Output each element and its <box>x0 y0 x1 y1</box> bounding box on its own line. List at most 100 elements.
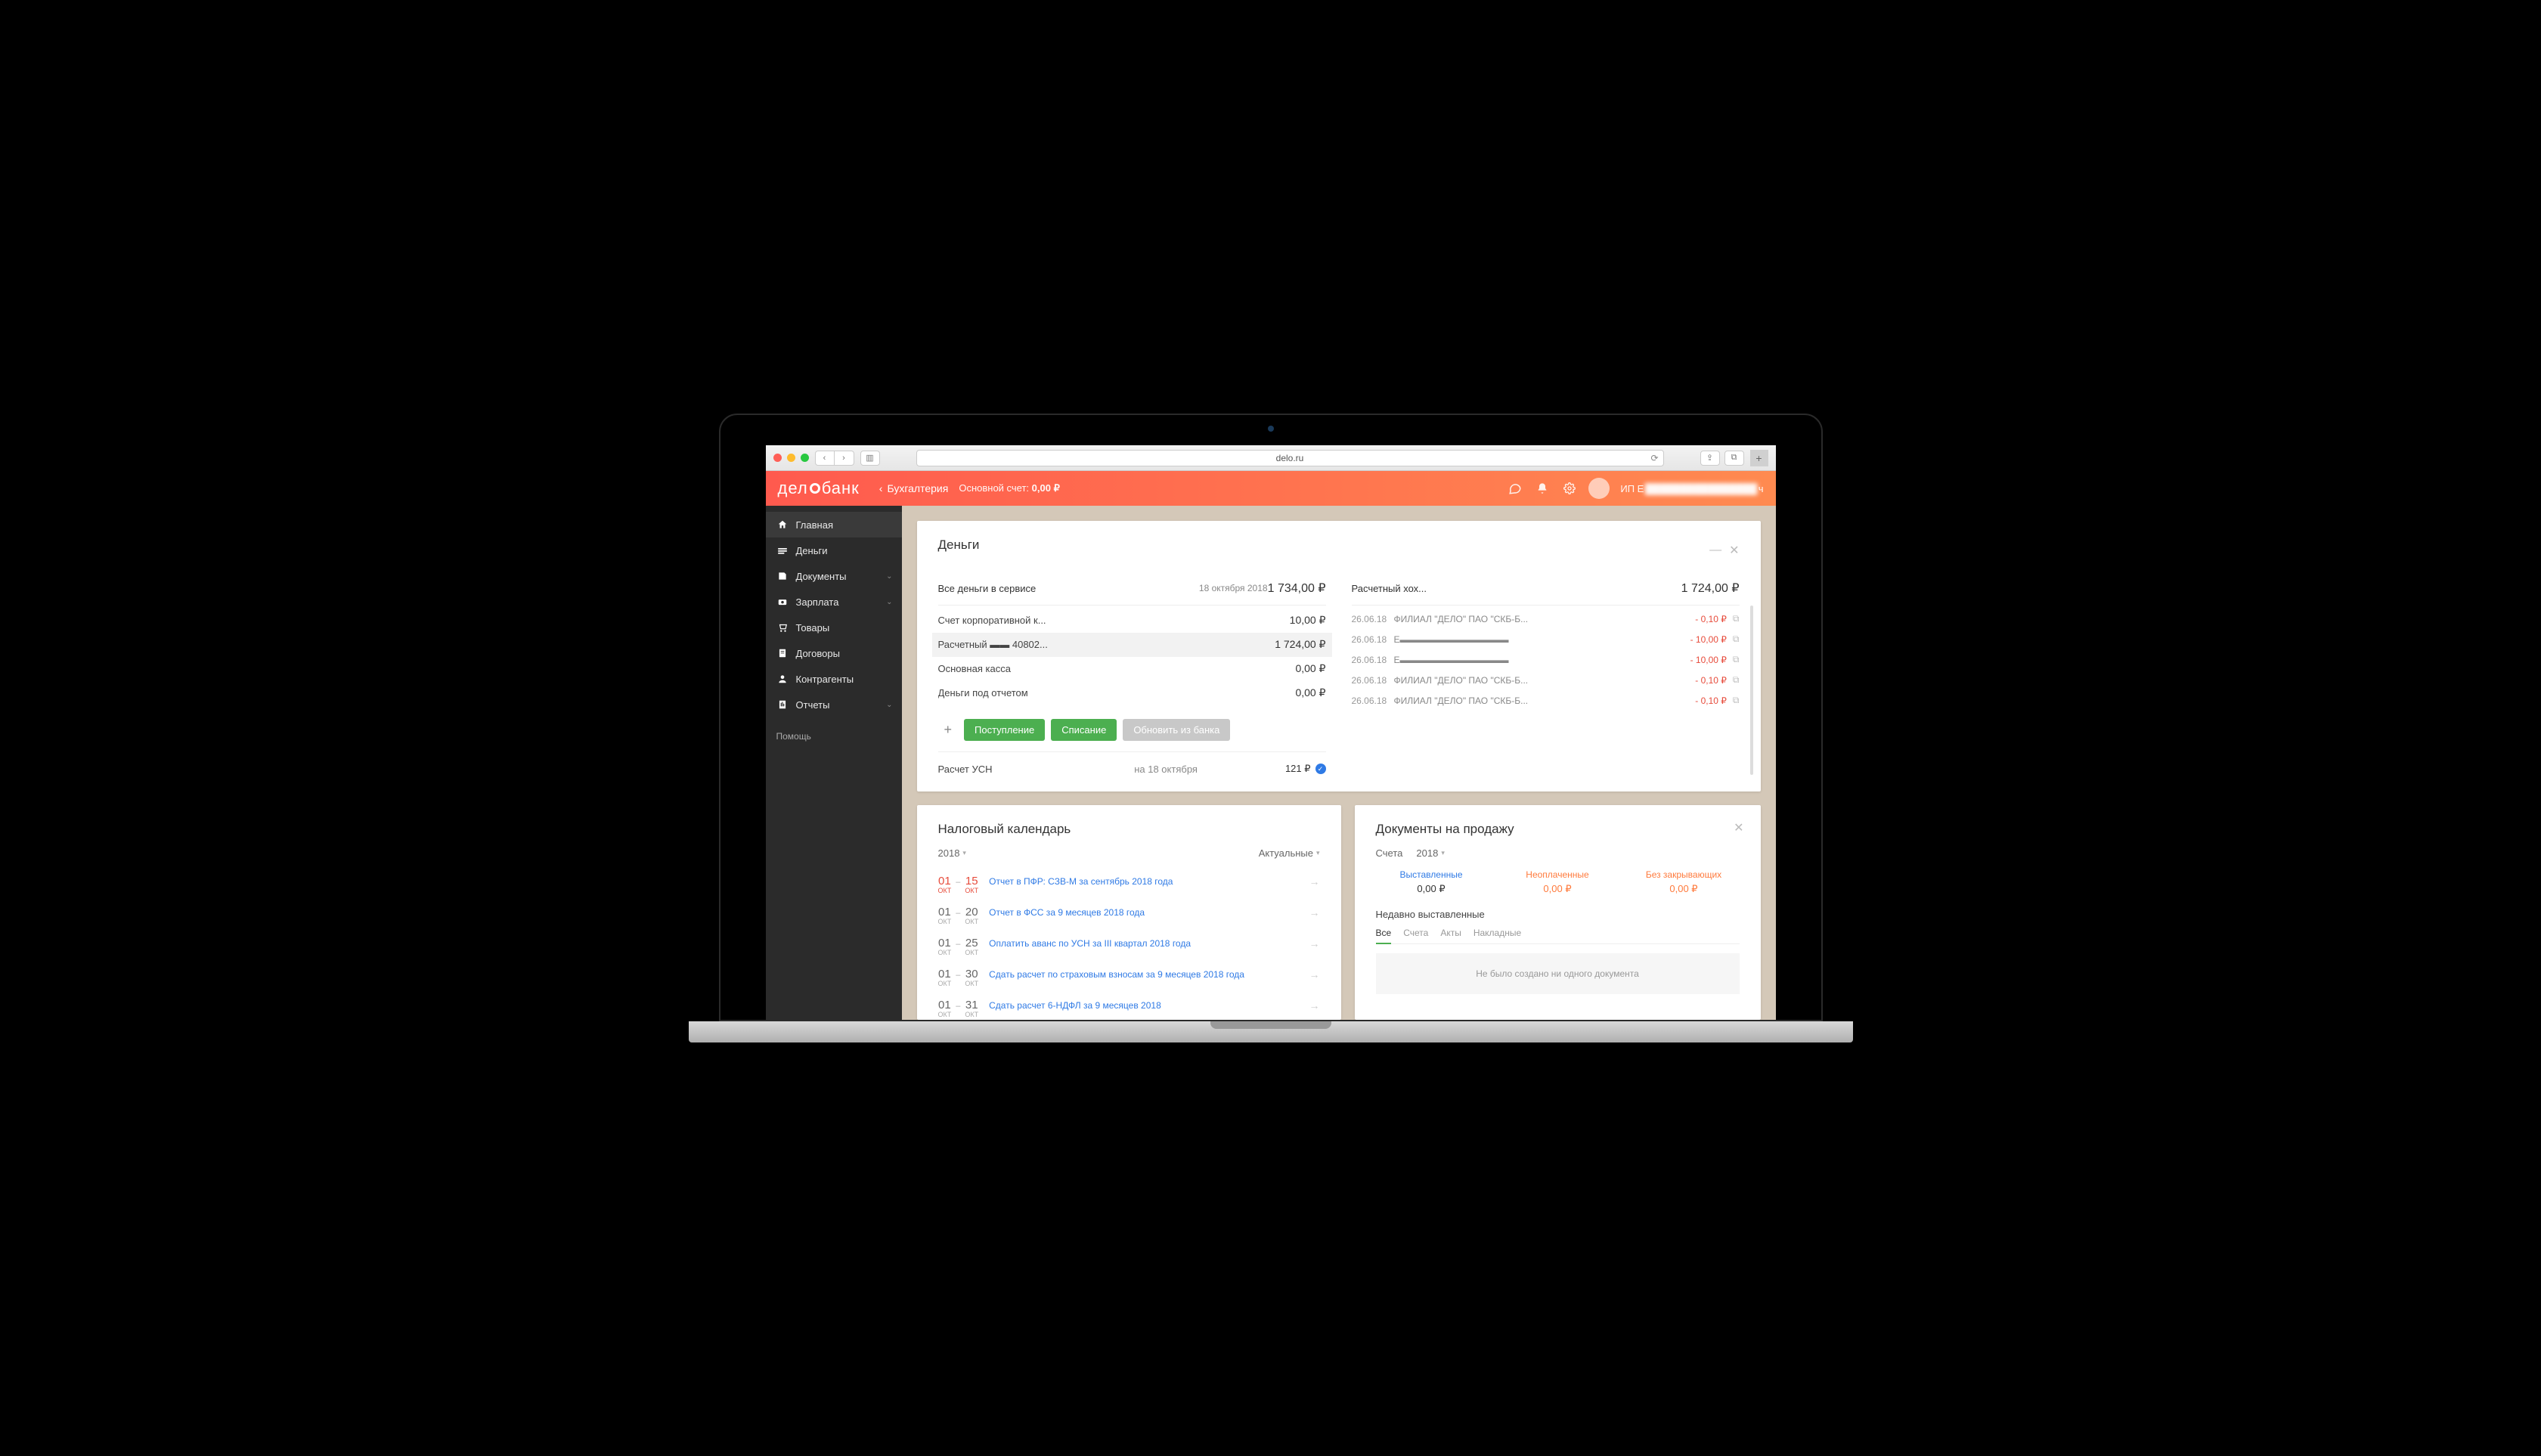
expense-button[interactable]: Списание <box>1051 719 1117 741</box>
forward-button[interactable]: › <box>835 451 854 466</box>
chevron-left-icon: ‹ <box>879 482 883 494</box>
stat-value: 0,00 ₽ <box>1376 883 1487 895</box>
user-name[interactable]: ИП Е████████████████ч <box>1620 483 1763 494</box>
tab-счета[interactable]: Счета <box>1403 928 1428 943</box>
doc-year-filter[interactable]: 2018 ▾ <box>1416 847 1444 859</box>
calendar-item[interactable]: 01ОКТ–30ОКТСдать расчет по страховым взн… <box>938 962 1320 993</box>
transaction-row[interactable]: 26.06.18Е▬▬▬▬▬▬▬▬▬▬▬▬- 10,00 ₽⧉ <box>1352 649 1740 670</box>
account-row[interactable]: Деньги под отчетом0,00 <box>938 681 1326 705</box>
tabs-icon[interactable]: ⧉ <box>1724 451 1744 466</box>
sidebar-item-главная[interactable]: Главная <box>766 512 902 537</box>
date-range: 01ОКТ–30ОКТ <box>938 968 979 987</box>
arrow-right-icon: → <box>1309 999 1320 1011</box>
account-row[interactable]: Счет корпоративной к...10,00 <box>938 609 1326 633</box>
doc-stat[interactable]: Выставленные 0,00 ₽ <box>1376 869 1487 895</box>
tab-все[interactable]: Все <box>1376 928 1392 944</box>
sidebar-toggle-icon[interactable]: ▥ <box>860 451 880 466</box>
account-label: Счет корпоративной к... <box>938 615 1290 626</box>
doc-stat[interactable]: Без закрывающих0,00 ₽ <box>1628 869 1740 895</box>
account-row[interactable]: Основная касса0,00 <box>938 657 1326 681</box>
date-range: 01ОКТ–31ОКТ <box>938 999 979 1018</box>
income-button[interactable]: Поступление <box>964 719 1045 741</box>
breadcrumb-back[interactable]: ‹ Бухгалтерия <box>879 482 949 494</box>
close-icon[interactable]: ✕ <box>1729 543 1739 558</box>
copy-icon[interactable]: ⧉ <box>1733 654 1740 665</box>
copy-icon[interactable]: ⧉ <box>1733 634 1740 645</box>
account-summary: Основной счет: 0,00 ₽ <box>959 482 1060 494</box>
doc-type-filter[interactable]: Счета <box>1376 847 1403 859</box>
url-bar[interactable]: delo.ru ⟳ <box>916 450 1664 466</box>
reload-icon[interactable]: ⟳ <box>1650 453 1658 463</box>
tab-накладные[interactable]: Накладные <box>1473 928 1521 943</box>
sidebar-item-контрагенты[interactable]: Контрагенты <box>766 666 902 692</box>
copy-icon[interactable]: ⧉ <box>1733 674 1740 686</box>
add-icon[interactable]: + <box>938 722 959 738</box>
transaction-row[interactable]: 26.06.18Е▬▬▬▬▬▬▬▬▬▬▬▬- 10,00 ₽⧉ <box>1352 629 1740 649</box>
sidebar-item-отчеты[interactable]: Отчеты⌄ <box>766 692 902 717</box>
scrollbar[interactable] <box>1750 606 1753 775</box>
tx-amount: - 10,00 ₽ <box>1690 634 1727 645</box>
date-range: 01ОКТ–15ОКТ <box>938 875 979 894</box>
share-icon[interactable]: ⇪ <box>1700 451 1720 466</box>
contract-icon <box>776 647 789 659</box>
right-amount: 1 724,00 <box>1681 581 1740 596</box>
chevron-down-icon: ▾ <box>1441 849 1445 857</box>
tax-calendar-card: Налоговый календарь 2018 ▾ Актуальные ▾ … <box>917 805 1341 1020</box>
sidebar-item-договоры[interactable]: Договоры <box>766 640 902 666</box>
sidebar-item-документы[interactable]: Документы⌄ <box>766 563 902 589</box>
check-icon: ✓ <box>1315 764 1326 774</box>
app-topbar: делбанк ‹ Бухгалтерия Основной счет: 0,0… <box>766 471 1776 506</box>
docs-icon <box>776 570 789 582</box>
close-window-icon[interactable] <box>773 454 782 462</box>
tx-name: ФИЛИАЛ "ДЕЛО" ПАО "СКБ-Б... <box>1394 614 1690 624</box>
date-range: 01ОКТ–25ОКТ <box>938 937 979 956</box>
doc-stat[interactable]: Неоплаченные0,00 ₽ <box>1502 869 1613 895</box>
account-label: Деньги под отчетом <box>938 687 1296 699</box>
bell-icon[interactable] <box>1534 480 1551 497</box>
calendar-item[interactable]: 01ОКТ–15ОКТОтчет в ПФР: СЗВ-М за сентябр… <box>938 869 1320 900</box>
new-tab-button[interactable]: + <box>1750 450 1768 466</box>
gear-icon[interactable] <box>1561 480 1578 497</box>
chevron-down-icon: ▾ <box>962 849 966 857</box>
close-icon[interactable]: ✕ <box>1734 820 1743 835</box>
tx-date: 26.06.18 <box>1352 655 1388 665</box>
reports-icon <box>776 699 789 711</box>
transaction-row[interactable]: 26.06.18ФИЛИАЛ "ДЕЛО" ПАО "СКБ-Б...- 0,1… <box>1352 690 1740 711</box>
account-row[interactable]: Расчетный ▬▬ 40802...1 724,00 <box>932 633 1332 657</box>
year-filter[interactable]: 2018 ▾ <box>938 847 966 859</box>
tx-date: 26.06.18 <box>1352 634 1388 645</box>
refresh-bank-button[interactable]: Обновить из банка <box>1123 719 1230 741</box>
maximize-window-icon[interactable] <box>801 454 809 462</box>
chevron-down-icon: ⌄ <box>886 598 892 606</box>
avatar[interactable] <box>1588 478 1610 499</box>
sidebar-item-label: Зарплата <box>796 596 839 608</box>
chat-icon[interactable] <box>1507 480 1523 497</box>
calendar-item[interactable]: 01ОКТ–31ОКТСдать расчет 6-НДФЛ за 9 меся… <box>938 993 1320 1020</box>
account-amount: 10,00 <box>1290 614 1326 627</box>
stat-value: 0,00 ₽ <box>1502 883 1613 895</box>
transaction-row[interactable]: 26.06.18ФИЛИАЛ "ДЕЛО" ПАО "СКБ-Б...- 0,1… <box>1352 609 1740 629</box>
calendar-item[interactable]: 01ОКТ–25ОКТОплатить аванс по УСН за III … <box>938 931 1320 962</box>
logo-ring-icon <box>810 483 820 494</box>
home-icon <box>776 519 789 531</box>
back-button[interactable]: ‹ <box>815 451 835 466</box>
logo[interactable]: делбанк <box>778 479 860 498</box>
account-value: 0,00 ₽ <box>1032 482 1060 494</box>
camera-icon <box>1268 426 1274 432</box>
calendar-item[interactable]: 01ОКТ–20ОКТОтчет в ФСС за 9 месяцев 2018… <box>938 900 1320 931</box>
status-filter[interactable]: Актуальные ▾ <box>1259 847 1320 859</box>
minimize-window-icon[interactable] <box>787 454 795 462</box>
right-account-link[interactable]: Расчетный хох... <box>1352 583 1681 594</box>
copy-icon[interactable]: ⧉ <box>1733 613 1740 624</box>
account-amount: 1 724,00 <box>1275 638 1325 651</box>
minimize-icon[interactable]: — <box>1709 544 1721 557</box>
partners-icon <box>776 673 789 685</box>
stat-label: Выставленные <box>1376 869 1487 880</box>
sidebar-item-деньги[interactable]: Деньги <box>766 537 902 563</box>
sidebar-help[interactable]: Помощь <box>766 717 902 755</box>
sidebar-item-зарплата[interactable]: Зарплата ⌄ <box>766 589 902 615</box>
transaction-row[interactable]: 26.06.18ФИЛИАЛ "ДЕЛО" ПАО "СКБ-Б...- 0,1… <box>1352 670 1740 690</box>
copy-icon[interactable]: ⧉ <box>1733 695 1740 706</box>
tab-акты[interactable]: Акты <box>1440 928 1461 943</box>
sidebar-item-товары[interactable]: Товары <box>766 615 902 640</box>
